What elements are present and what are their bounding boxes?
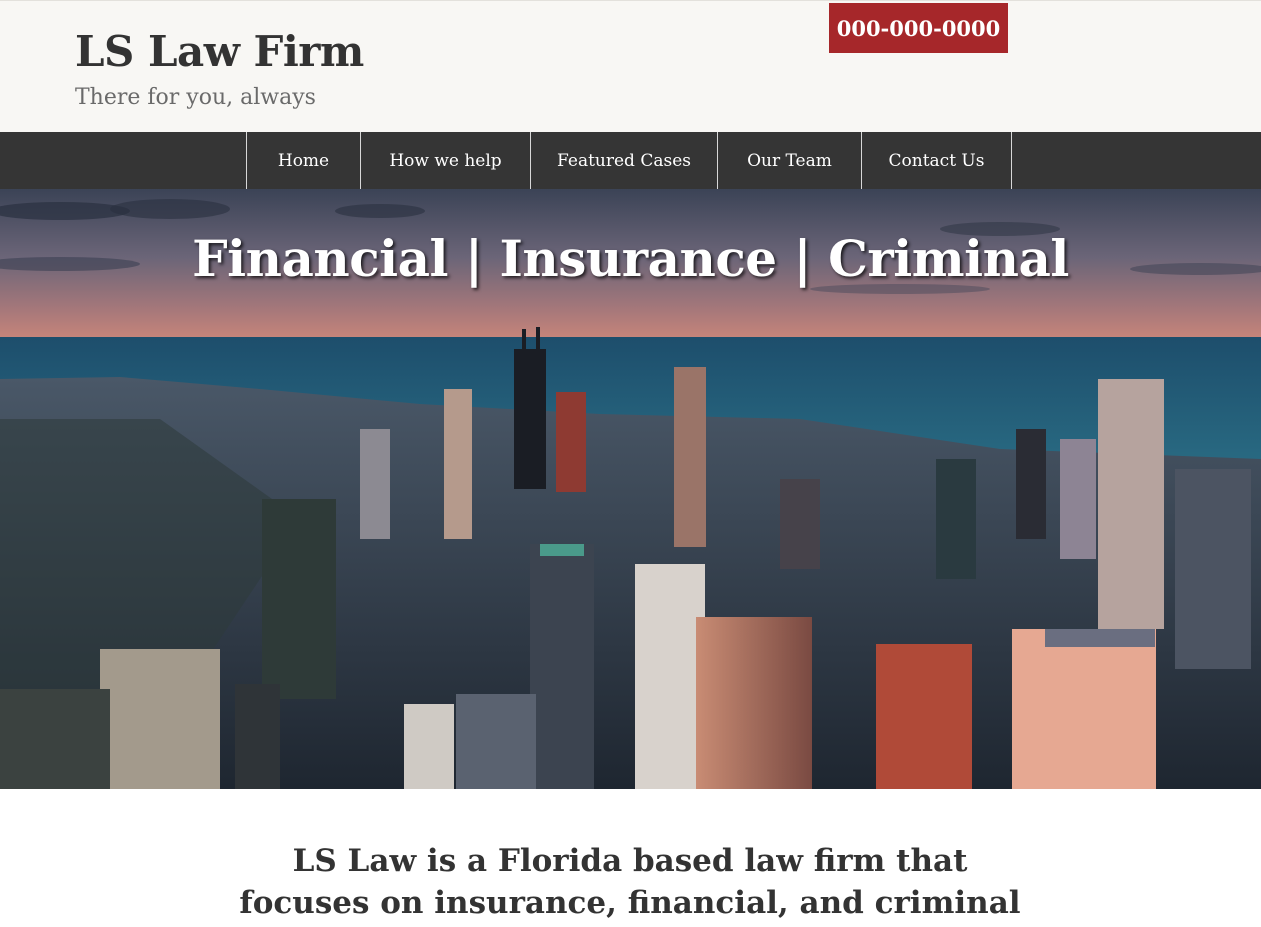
nav-item-contact-us[interactable]: Contact Us: [862, 132, 1012, 189]
site-header: LS Law Firm There for you, always 000-00…: [0, 0, 1261, 132]
nav-item-how-we-help[interactable]: How we help: [361, 132, 531, 189]
hero-banner: Financial | Insurance | Criminal: [0, 189, 1261, 789]
site-tagline: There for you, always: [75, 85, 316, 110]
site-title[interactable]: LS Law Firm: [75, 27, 364, 76]
nav-item-featured-cases[interactable]: Featured Cases: [531, 132, 718, 189]
nav-list: Home How we help Featured Cases Our Team…: [246, 132, 1012, 189]
intro-line-1: LS Law is a Florida based law firm that: [292, 843, 968, 879]
main-navigation: Home How we help Featured Cases Our Team…: [0, 132, 1261, 189]
nav-item-home[interactable]: Home: [247, 132, 361, 189]
nav-item-our-team[interactable]: Our Team: [718, 132, 862, 189]
intro-section: LS Law is a Florida based law firm that …: [180, 840, 1080, 924]
phone-number-button[interactable]: 000-000-0000: [829, 3, 1008, 53]
hero-title: Financial | Insurance | Criminal: [192, 229, 1069, 288]
intro-line-2: focuses on insurance, financial, and cri…: [239, 885, 1021, 921]
